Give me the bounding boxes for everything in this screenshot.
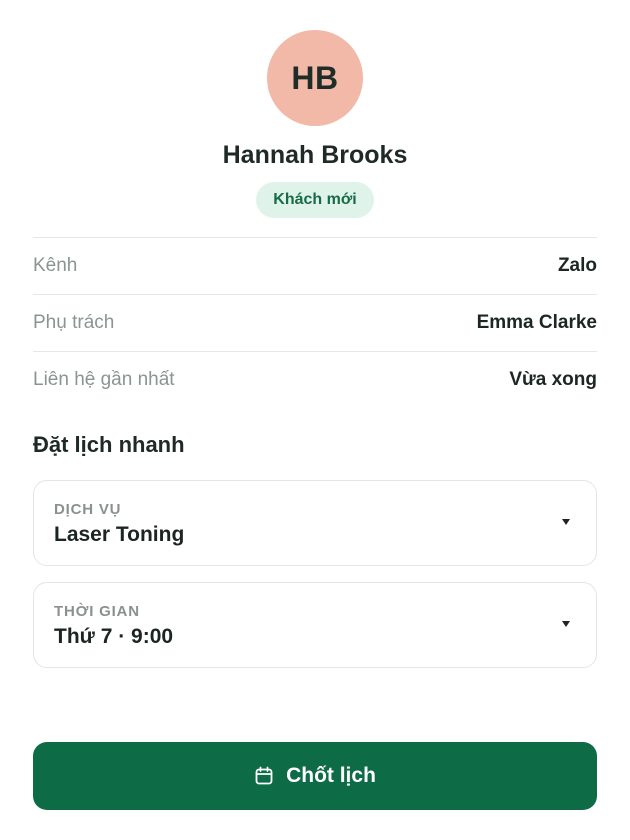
time-select-value: Thứ 7 · 9:00	[54, 625, 174, 648]
status-badge: Khách mới	[256, 182, 374, 218]
info-label: Liên hệ gần nhất	[33, 369, 175, 390]
info-list: Kênh Zalo Phụ trách Emma Clarke Liên hệ …	[33, 237, 597, 408]
info-value: Zalo	[557, 255, 597, 276]
avatar: HB	[267, 30, 363, 126]
confirm-booking-button[interactable]: Chốt lịch	[33, 742, 597, 810]
badge-container: Khách mới	[0, 182, 630, 218]
time-select[interactable]: THỜI GIAN Thứ 7 · 9:00	[33, 582, 597, 668]
calendar-icon	[254, 766, 274, 786]
caret-down-icon	[562, 621, 570, 627]
info-label: Kênh	[33, 255, 78, 276]
info-row-owner: Phụ trách Emma Clarke	[33, 294, 597, 351]
service-select[interactable]: DỊCH VỤ Laser Toning	[33, 480, 597, 566]
info-value: Vừa xong	[509, 369, 597, 390]
service-select-value: Laser Toning	[54, 523, 185, 546]
quick-booking-title: Đặt lịch nhanh	[33, 432, 185, 457]
avatar-initials: HB	[291, 59, 339, 96]
info-row-last-contact: Liên hệ gần nhất Vừa xong	[33, 351, 597, 408]
info-label: Phụ trách	[33, 312, 115, 333]
info-value: Emma Clarke	[476, 312, 597, 333]
service-select-label: DỊCH VỤ	[54, 501, 122, 518]
caret-down-icon	[562, 519, 570, 525]
info-row-channel: Kênh Zalo	[33, 237, 597, 294]
customer-name: Hannah Brooks	[222, 141, 408, 169]
time-select-label: THỜI GIAN	[54, 603, 140, 620]
confirm-booking-label: Chốt lịch	[286, 764, 376, 787]
